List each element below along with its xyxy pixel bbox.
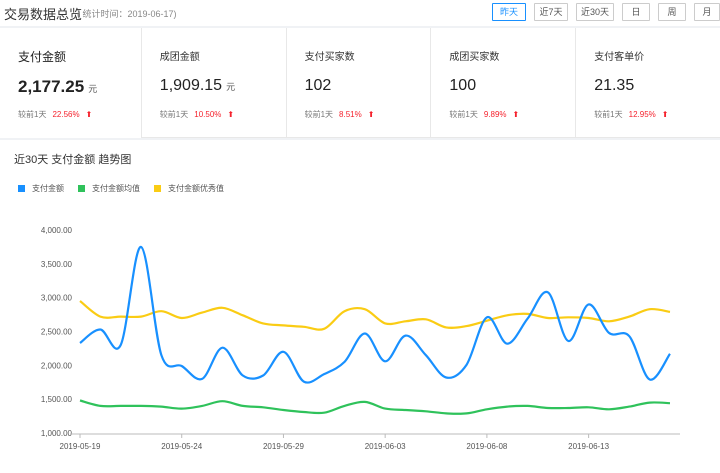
range-button-30-days[interactable]: 近30天 [576, 3, 614, 21]
range-button-day[interactable]: 日 [622, 3, 650, 21]
metric-cards: 支付金额 2,177.25 元 较前1天 22.56% ⬆ 成团金额 1,909.15… [0, 28, 720, 138]
x-tick-label: 2019-06-13 [568, 442, 609, 451]
header-bar: 交易数据总览 ( 统计时间：2019-06-17) 昨天 近7天 近30天 日 … [0, 0, 720, 26]
compare-label: 较前1天 [449, 110, 478, 119]
change-percent: 22.56% [52, 110, 80, 119]
metric-compare: 较前1天 8.51% ⬆ [305, 109, 375, 120]
metric-number: 21.35 [594, 77, 635, 94]
metric-number: 2,177.25 [18, 77, 85, 96]
metric-card-avg-price[interactable]: 支付客单价 21.35 较前1天 12.95% ⬆ [575, 28, 720, 138]
y-tick-label: 1,500.00 [41, 395, 73, 404]
change-percent: 9.89% [483, 110, 507, 119]
arrow-up-icon: ⬆ [661, 110, 669, 119]
metric-label: 支付客单价 [594, 52, 645, 63]
y-tick-label: 4,000.00 [41, 226, 73, 235]
x-tick-label: 2019-06-08 [466, 442, 507, 451]
y-tick-label: 3,000.00 [41, 294, 73, 303]
range-button-week[interactable]: 周 [658, 3, 686, 21]
trend-chart: 1,000.00 1,500.00 2,000.00 2,500.00 3,000.00… [41, 226, 680, 451]
metric-card-pay-amount[interactable]: 支付金额 2,177.25 元 较前1天 22.56% ⬆ [0, 28, 141, 138]
metric-number: 1,909.15 [159, 77, 223, 94]
metric-label: 成团金额 [159, 52, 200, 63]
trend-chart-card: 近30天 支付金额 趋势图 支付金额 支付金额均值 支付金额优秀值 1,000.… [0, 140, 720, 473]
compare-label: 较前1天 [18, 110, 47, 119]
change-percent: 8.51% [339, 110, 362, 119]
series-line-pay-average[interactable] [79, 399, 671, 415]
metric-compare: 较前1天 10.50% ⬆ [160, 109, 234, 120]
arrow-up-icon: ⬆ [85, 110, 93, 119]
metric-label: 成团买家数 [449, 52, 500, 63]
metric-value: 2,177.25 元 [18, 77, 97, 97]
change-percent: 12.95% [628, 110, 656, 119]
series-line-pay-amount[interactable] [79, 245, 671, 384]
y-tick-label: 2,000.00 [41, 361, 73, 370]
x-tick-label: 2019-05-29 [263, 442, 304, 451]
metric-compare: 较前1天 9.89% ⬆ [449, 109, 519, 120]
metric-card-pay-buyers[interactable]: 支付买家数 102 较前1天 8.51% ⬆ [285, 28, 431, 138]
arrow-up-icon: ⬆ [367, 110, 375, 119]
change-percent: 10.50% [194, 110, 222, 119]
y-tick-label: 3,500.00 [41, 260, 73, 269]
metric-number: 102 [304, 77, 332, 94]
metric-compare: 较前1天 12.95% ⬆ [594, 109, 668, 120]
arrow-up-icon: ⬆ [227, 110, 235, 119]
y-tick-label: 2,500.00 [41, 328, 73, 337]
metric-unit: 元 [88, 84, 98, 94]
range-button-yesterday[interactable]: 昨天 [492, 3, 526, 21]
metric-value: 1,909.15 元 [160, 77, 235, 95]
metric-value: 21.35 [594, 77, 634, 95]
compare-label: 较前1天 [159, 110, 189, 119]
metric-value: 102 [305, 77, 332, 95]
compare-label: 较前1天 [304, 110, 334, 119]
range-button-group: 昨天 近7天 近30天 日 周 月 [484, 3, 720, 21]
x-tick-label: 2019-05-24 [161, 442, 202, 451]
metric-compare: 较前1天 22.56% ⬆ [18, 109, 92, 120]
x-tick-label: 2019-05-19 [60, 442, 101, 451]
y-tick-label: 1,000.00 [41, 429, 73, 438]
range-button-month[interactable]: 月 [694, 3, 720, 21]
metric-number: 100 [449, 77, 477, 94]
metric-label: 支付金额 [18, 50, 67, 64]
metric-unit: 元 [226, 82, 236, 92]
x-tick-label: 2019-06-03 [365, 442, 406, 451]
metric-card-group-buyers[interactable]: 成团买家数 100 较前1天 9.89% ⬆ [430, 28, 576, 138]
range-button-7-days[interactable]: 近7天 [534, 3, 568, 21]
arrow-up-icon: ⬆ [512, 110, 520, 119]
metric-label: 支付买家数 [304, 52, 355, 63]
stat-time: ( 统计时间：2019-06-17) [77, 9, 177, 19]
metric-value: 100 [449, 77, 476, 95]
metric-card-group-amount[interactable]: 成团金额 1,909.15 元 较前1天 10.50% ⬆ [140, 28, 286, 138]
compare-label: 较前1天 [594, 110, 623, 119]
page-title: 交易数据总览 [4, 7, 83, 22]
